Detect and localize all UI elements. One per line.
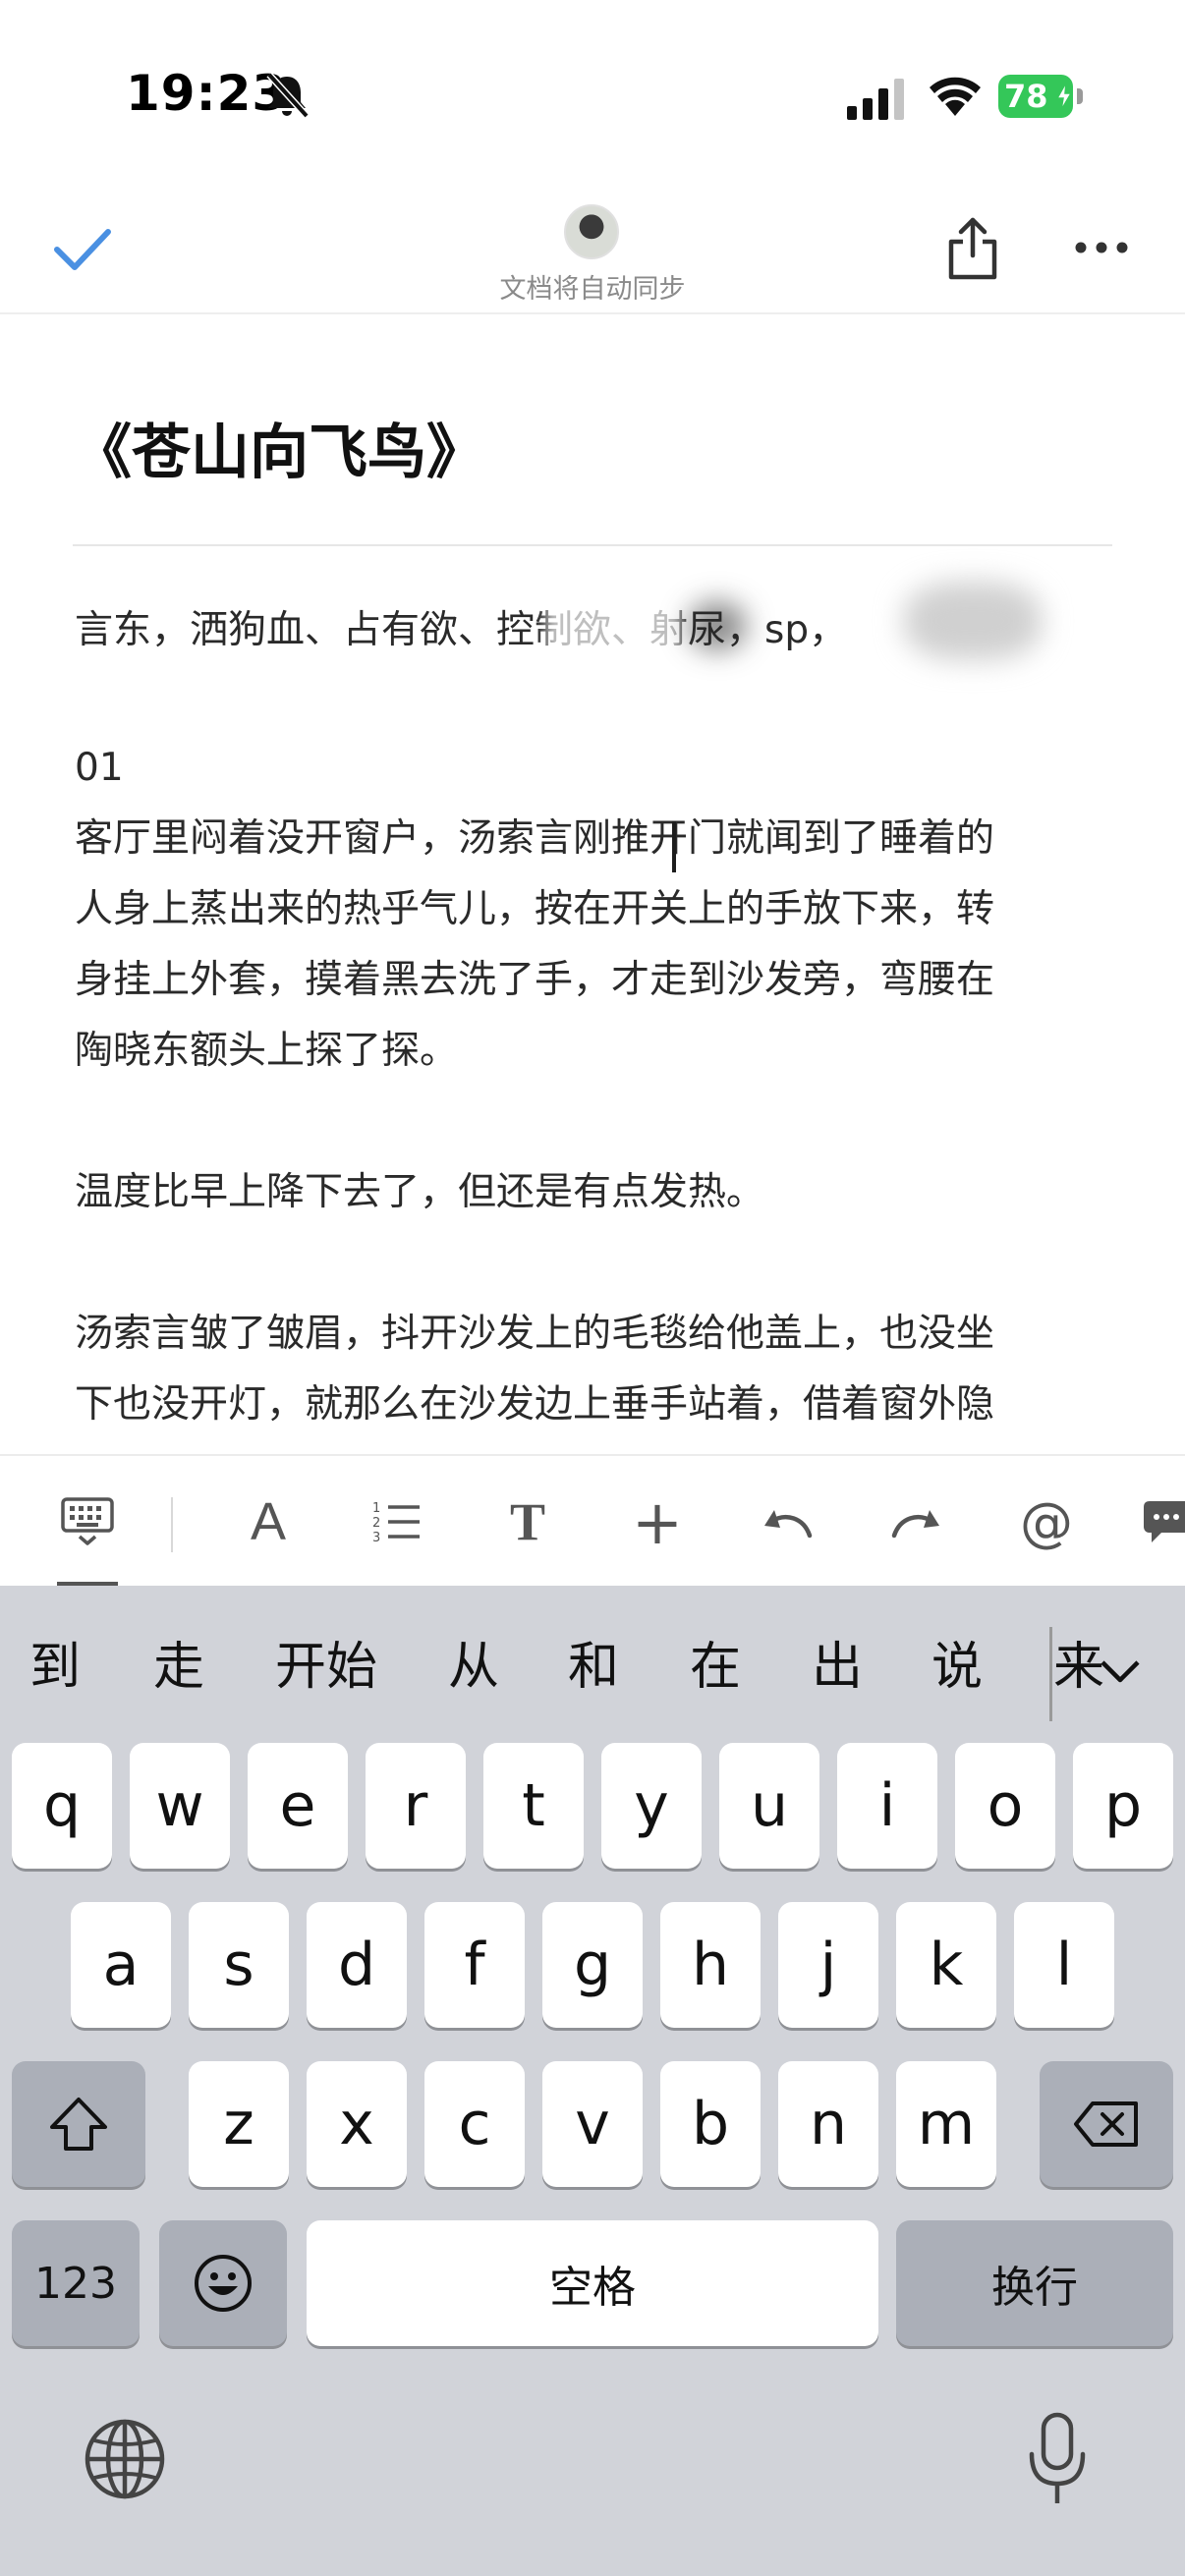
key-o[interactable]: o (955, 1743, 1055, 1869)
paragraph-line[interactable]: 下也没开灯，就那么在沙发边上垂手站着，借着窗外隐 (75, 1370, 1116, 1440)
key-i[interactable]: i (837, 1743, 937, 1869)
key-j[interactable]: j (778, 1902, 878, 2028)
mention-icon[interactable]: @ (1010, 1456, 1083, 1588)
emoji-key[interactable] (159, 2220, 287, 2346)
share-icon[interactable] (945, 216, 1000, 281)
key-q[interactable]: q (12, 1743, 112, 1869)
paragraph-line[interactable]: 人身上蒸出来的热乎气儿，按在开关上的手放下来，转 (75, 874, 1116, 945)
key-m[interactable]: m (896, 2061, 996, 2187)
keyboard-dismiss-icon[interactable] (51, 1456, 124, 1588)
key-b[interactable]: b (660, 2061, 761, 2187)
ordered-list-icon[interactable]: 1 2 3 (360, 1456, 432, 1588)
svg-text:2: 2 (372, 1516, 380, 1531)
auto-sync-status: 文档将自动同步 (499, 274, 686, 305)
wifi-icon (930, 77, 981, 116)
svg-text:1: 1 (372, 1501, 380, 1516)
key-e[interactable]: e (248, 1743, 348, 1869)
paragraph-line[interactable]: 身挂上外套，摸着黑去洗了手，才走到沙发旁，弯腰在 (75, 945, 1116, 1016)
redo-icon[interactable] (880, 1456, 953, 1588)
status-bar: 19:23 78 (0, 0, 1185, 187)
key-r[interactable]: r (366, 1743, 466, 1869)
candidate-word[interactable]: 和 (568, 1625, 619, 1699)
microphone-icon[interactable] (1026, 2411, 1089, 2509)
collaborator-avatar[interactable] (564, 204, 619, 259)
battery-indicator: 78 (998, 75, 1083, 118)
key-g[interactable]: g (542, 1902, 643, 2028)
key-z[interactable]: z (189, 2061, 289, 2187)
shift-key[interactable] (12, 2061, 145, 2187)
key-a[interactable]: a (71, 1902, 171, 2028)
paragraph-line[interactable]: 温度比早上降下去了，但还是有点发热。 (75, 1157, 1116, 1228)
title-divider (73, 544, 1112, 546)
expand-candidates-chevron-icon[interactable] (1099, 1658, 1142, 1686)
candidate-word[interactable]: 在 (690, 1625, 741, 1699)
svg-text:3: 3 (372, 1531, 380, 1545)
paragraph-line[interactable]: 陶晓东额头上探了探。 (75, 1016, 1116, 1087)
emoji-icon (195, 2255, 252, 2312)
candidate-word[interactable]: 来 (1053, 1625, 1104, 1699)
text-style-icon[interactable]: A (232, 1456, 305, 1588)
key-v[interactable]: v (542, 2061, 643, 2187)
key-n[interactable]: n (778, 2061, 878, 2187)
key-y[interactable]: y (601, 1743, 702, 1869)
key-f[interactable]: f (424, 1902, 525, 2028)
more-options-icon[interactable] (1073, 238, 1130, 257)
undo-icon[interactable] (751, 1456, 823, 1588)
candidate-word[interactable]: 开始 (275, 1625, 377, 1699)
candidate-divider (1049, 1627, 1052, 1721)
redaction-blur (545, 593, 683, 656)
key-t[interactable]: t (483, 1743, 584, 1869)
key-x[interactable]: x (307, 2061, 407, 2187)
backspace-key[interactable] (1040, 2061, 1173, 2187)
toolbar-divider (171, 1497, 173, 1552)
key-u[interactable]: u (719, 1743, 819, 1869)
key-d[interactable]: d (307, 1902, 407, 2028)
globe-icon[interactable] (83, 2417, 167, 2501)
insert-plus-icon[interactable]: + (621, 1456, 694, 1588)
heading-icon[interactable]: T (491, 1456, 564, 1588)
candidate-word[interactable]: 从 (448, 1625, 499, 1699)
battery-cap (1077, 88, 1083, 104)
key-h[interactable]: h (660, 1902, 761, 2028)
key-w[interactable]: w (130, 1743, 230, 1869)
redaction-blur (904, 582, 1042, 660)
bell-slash-icon (266, 72, 310, 119)
document-title[interactable]: 《苍山向飞鸟》 (73, 405, 485, 490)
comment-icon[interactable] (1140, 1456, 1185, 1588)
key-s[interactable]: s (189, 1902, 289, 2028)
candidate-word[interactable]: 说 (931, 1625, 983, 1699)
document-header: 文档将自动同步 (0, 187, 1185, 314)
numbers-key[interactable]: 123 (12, 2220, 140, 2346)
charging-bolt-icon (1055, 83, 1073, 110)
paragraph-line[interactable]: 汤索言皱了皱眉，抖开沙发上的毛毯给他盖上，也没坐 (75, 1299, 1116, 1370)
paragraph-line[interactable]: 客厅里闷着没开窗户，汤索言刚推开门就闻到了睡着的 (75, 804, 1116, 874)
space-key[interactable]: 空格 (307, 2220, 878, 2346)
battery-percent: 78 (1004, 78, 1048, 115)
key-c[interactable]: c (424, 2061, 525, 2187)
paragraph-line[interactable]: 01 (75, 733, 1116, 804)
key-l[interactable]: l (1014, 1902, 1114, 2028)
candidate-word[interactable]: 走 (153, 1625, 204, 1699)
cellular-signal-icon (847, 79, 904, 120)
candidate-word[interactable]: 到 (29, 1625, 81, 1699)
text-cursor (672, 821, 676, 872)
redaction-blur (688, 601, 747, 650)
candidate-word[interactable]: 出 (812, 1625, 863, 1699)
key-k[interactable]: k (896, 1902, 996, 2028)
format-toolbar: A 1 2 3 T + @ (0, 1454, 1185, 1588)
key-p[interactable]: p (1073, 1743, 1173, 1869)
ime-keyboard: 到 走 开始 从 和 在 出 说 来 q w e r t y u i o p a… (0, 1586, 1185, 2576)
return-key[interactable]: 换行 (896, 2220, 1173, 2346)
